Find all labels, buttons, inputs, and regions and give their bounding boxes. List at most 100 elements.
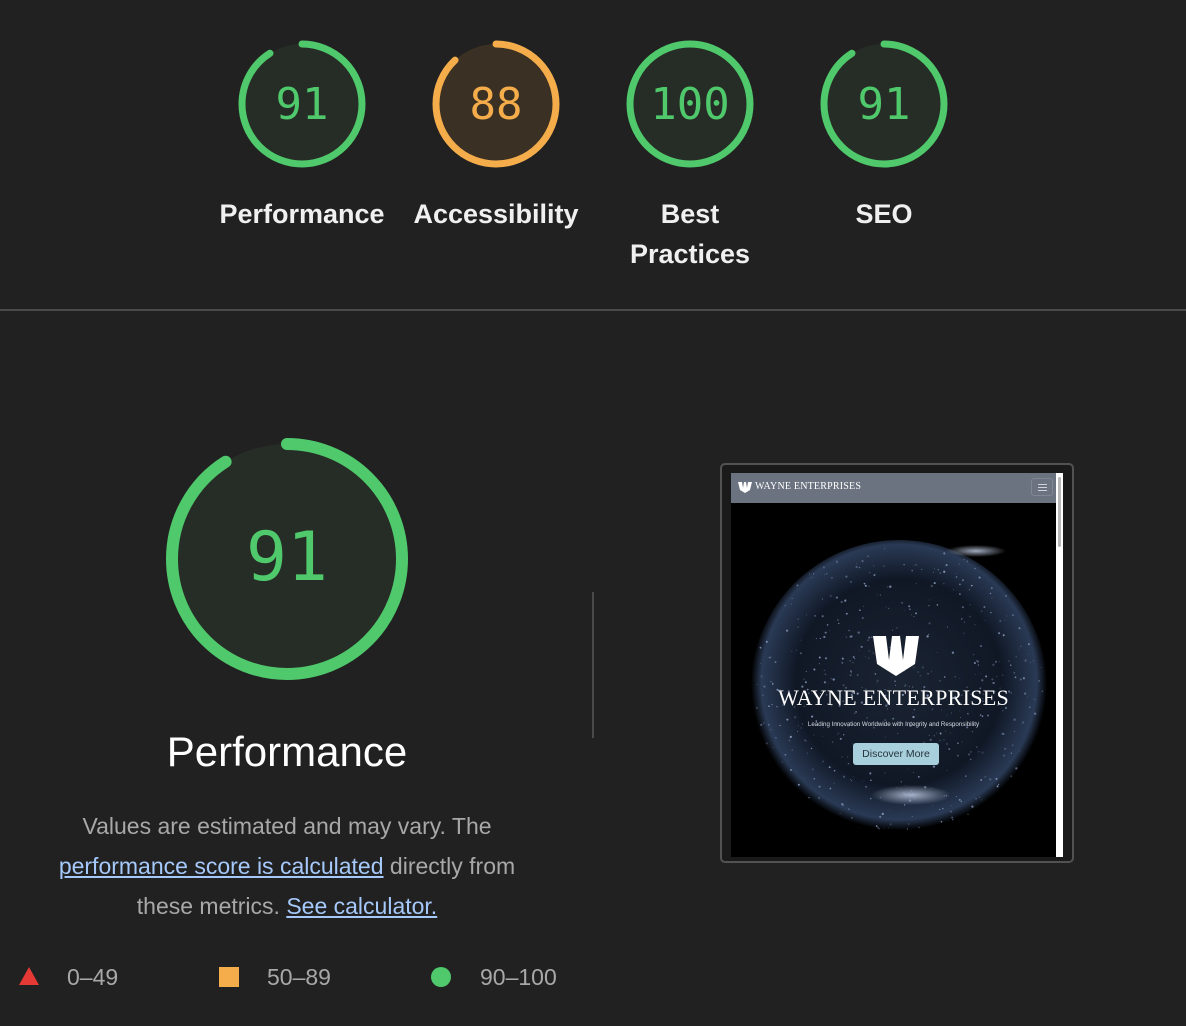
globe-particle xyxy=(850,635,853,638)
score-calculated-link[interactable]: performance score is calculated xyxy=(59,853,384,879)
globe-particle xyxy=(942,807,944,810)
globe-particle xyxy=(953,589,955,591)
globe-particle xyxy=(847,762,850,765)
see-calculator-link[interactable]: See calculator. xyxy=(286,893,437,919)
globe-particle xyxy=(996,675,998,677)
globe-particle xyxy=(826,624,829,626)
final-screenshot[interactable]: WAYNE ENTERPRISES WAYNE ENTERPRISES Lead… xyxy=(720,463,1074,863)
globe-particle xyxy=(835,596,839,599)
globe-particle xyxy=(979,796,981,798)
globe-particle xyxy=(966,560,969,563)
gauge-best-practices[interactable]: 100 Best Practices xyxy=(600,38,780,274)
globe-particle xyxy=(979,714,982,716)
globe-particle xyxy=(868,585,870,587)
globe-particle xyxy=(979,645,983,648)
globe-particle xyxy=(917,775,920,778)
globe-particle xyxy=(957,742,959,745)
globe-particle xyxy=(759,646,762,649)
legend-range: 90–100 xyxy=(480,964,557,990)
globe-particle xyxy=(823,681,826,684)
gauge-performance[interactable]: 91 Performance xyxy=(212,38,392,234)
globe-particle xyxy=(955,796,957,798)
globe-particle xyxy=(963,621,965,623)
globe-particle xyxy=(804,777,805,779)
globe-particle xyxy=(992,663,995,666)
globe-particle xyxy=(929,738,932,741)
globe-particle xyxy=(857,631,860,634)
globe-particle xyxy=(944,730,947,732)
globe-image xyxy=(731,503,1056,857)
globe-particle xyxy=(962,579,964,582)
globe-particle xyxy=(970,584,973,587)
globe-particle xyxy=(971,805,974,808)
globe-particle xyxy=(865,656,867,658)
globe-particle xyxy=(818,656,821,659)
globe-particle xyxy=(921,568,923,570)
globe-particle xyxy=(842,775,846,778)
globe-particle xyxy=(989,778,992,781)
globe-particle xyxy=(961,606,964,609)
globe-particle xyxy=(977,664,980,666)
globe-particle xyxy=(855,711,857,713)
globe-particle xyxy=(845,612,848,615)
globe-particle xyxy=(791,650,793,653)
globe-particle xyxy=(912,715,915,719)
globe-particle xyxy=(928,599,930,601)
globe-particle xyxy=(1010,775,1013,778)
globe-particle xyxy=(889,823,892,826)
globe-particle xyxy=(927,672,929,675)
globe-particle xyxy=(928,734,930,736)
globe-particle xyxy=(906,768,908,770)
globe-particle xyxy=(903,609,905,611)
globe-particle xyxy=(781,761,783,763)
globe-particle xyxy=(824,631,827,634)
globe-particle xyxy=(969,604,971,606)
globe-particle xyxy=(974,624,976,626)
screenshot-brand: WAYNE ENTERPRISES xyxy=(755,481,862,492)
globe-particle xyxy=(850,672,852,674)
globe-particle xyxy=(991,597,993,599)
globe-particle xyxy=(774,661,777,664)
globe-particle xyxy=(980,673,982,675)
globe-particle xyxy=(936,732,938,734)
gauge-seo[interactable]: 91 SEO xyxy=(794,38,974,234)
globe-particle xyxy=(967,753,971,756)
globe-particle xyxy=(968,589,970,591)
globe-particle xyxy=(963,559,965,561)
hamburger-menu-icon xyxy=(1031,478,1053,496)
best-practices-gauge-ring: 100 xyxy=(626,40,754,168)
globe-particle xyxy=(941,795,943,798)
globe-particle xyxy=(978,576,981,579)
globe-particle xyxy=(853,776,855,778)
gauge-accessibility[interactable]: 88 Accessibility xyxy=(406,38,586,234)
globe-particle xyxy=(1024,659,1027,662)
globe-particle xyxy=(904,784,906,786)
globe-particle xyxy=(980,779,983,781)
globe-particle xyxy=(1032,660,1034,662)
globe-particle xyxy=(789,735,792,739)
section-divider xyxy=(0,309,1186,311)
globe-particle xyxy=(914,795,916,797)
gauge-score: 100 xyxy=(650,79,729,130)
scrollbar-thumb xyxy=(1058,477,1061,547)
seo-gauge-ring: 91 xyxy=(820,40,948,168)
globe-particle xyxy=(954,675,957,678)
globe-particle xyxy=(915,582,917,585)
globe-particle xyxy=(850,581,852,583)
globe-particle xyxy=(828,766,831,769)
globe-particle xyxy=(891,677,893,678)
globe-particle xyxy=(848,629,850,632)
globe-particle xyxy=(813,668,816,671)
globe-particle xyxy=(994,660,998,663)
globe-particle xyxy=(933,582,936,585)
globe-particle xyxy=(829,787,832,790)
globe-particle xyxy=(1015,767,1018,770)
globe-particle xyxy=(797,618,800,620)
globe-particle xyxy=(862,605,864,607)
globe-particle xyxy=(911,815,913,818)
globe-particle xyxy=(943,676,946,678)
globe-particle xyxy=(973,661,977,665)
globe-particle xyxy=(945,743,948,745)
globe-particle xyxy=(967,712,969,715)
globe-particle xyxy=(974,674,976,676)
